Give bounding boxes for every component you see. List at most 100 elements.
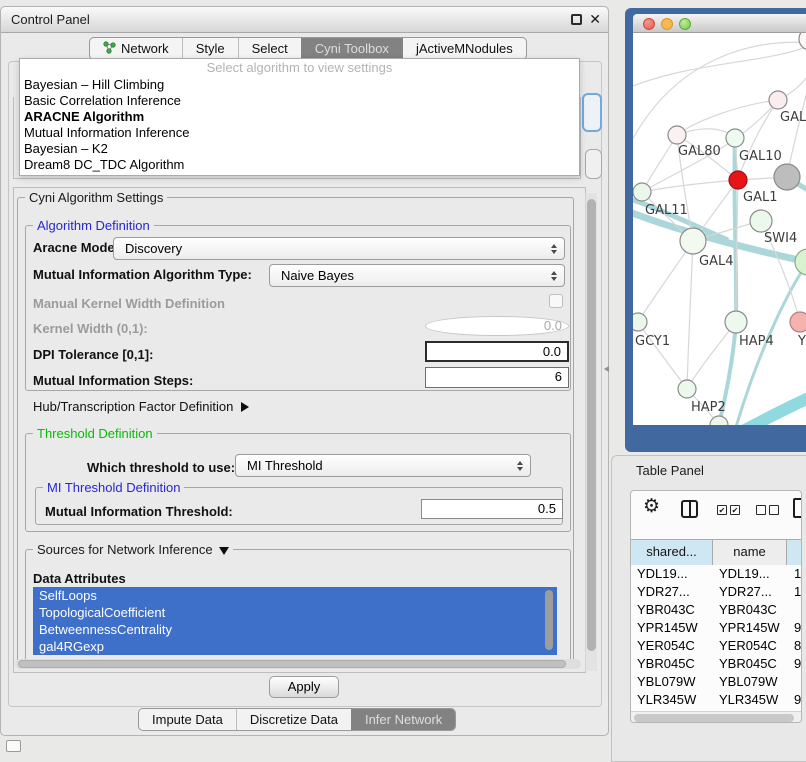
table-row[interactable]: YLR345WYLR345W9. [631, 691, 802, 709]
table-cell: YBR045C [637, 655, 695, 673]
unchecked-box-icon[interactable] [756, 505, 766, 515]
collapsed-panel-icon[interactable] [6, 740, 21, 752]
combo-stepper-icon [517, 461, 523, 471]
tab-cyni-toolbox[interactable]: Cyni Toolbox [301, 38, 402, 59]
network-node-label: GAL11 [645, 203, 688, 218]
table-column-header[interactable]: A [787, 540, 802, 565]
checked-box-icon[interactable]: ✔ [730, 505, 740, 515]
aracne-mode-label: Aracne Mode: [33, 240, 119, 255]
settings-vscroll-thumb[interactable] [587, 199, 596, 651]
control-panel-tabbar: Network Style Select Cyni Toolbox jActiv… [89, 37, 527, 60]
manual-kernel-width-label: Manual Kernel Width Definition [33, 296, 225, 311]
close-icon[interactable]: ✕ [589, 11, 601, 28]
settings-hscroll-thumb[interactable] [18, 660, 566, 668]
network-edge[interactable] [642, 135, 677, 192]
network-canvas[interactable]: GALGAL80GAL10GAL1GAL11SWI4GAL4GCY1HAP4YH… [633, 33, 806, 425]
tab-jactivemnodules[interactable]: jActiveMNodules [402, 38, 526, 59]
dpi-tolerance-input[interactable]: 0.0 [425, 341, 569, 362]
network-node[interactable] [725, 311, 747, 333]
table-row[interactable]: YER054CYER054C8. [631, 637, 802, 655]
network-edge[interactable] [642, 180, 738, 192]
tab-style[interactable]: Style [182, 38, 238, 59]
network-node[interactable] [726, 129, 744, 147]
network-edge[interactable] [638, 241, 693, 322]
network-node[interactable] [633, 313, 647, 331]
algorithm-option[interactable]: Bayesian – Hill Climbing [20, 77, 579, 93]
data-attribute-item[interactable]: gal4RGexp [33, 638, 557, 655]
data-attributes-list[interactable]: SelfLoopsTopologicalCoefficientBetweenne… [33, 587, 557, 655]
tab-discretize-data[interactable]: Discretize Data [236, 709, 351, 730]
data-attribute-item[interactable]: BetweennessCentrality [33, 621, 557, 638]
network-edge[interactable] [633, 45, 806, 88]
float-window-icon[interactable] [571, 14, 582, 25]
network-node[interactable] [799, 33, 806, 50]
table-column-header[interactable]: name [713, 540, 787, 565]
unchecked-box-icon[interactable] [769, 505, 779, 515]
network-edge[interactable] [687, 241, 693, 389]
network-node[interactable] [750, 210, 772, 232]
network-node[interactable] [668, 126, 686, 144]
aracne-mode-select[interactable]: Discovery [113, 237, 565, 260]
tab-discretize-data-label: Discretize Data [250, 712, 338, 727]
network-edge[interactable] [677, 100, 778, 135]
algorithm-option[interactable]: Bayesian – K2 [20, 141, 579, 157]
tab-network[interactable]: Network [90, 38, 182, 59]
mi-algorithm-type-select[interactable]: Naive Bayes [269, 264, 565, 287]
network-node[interactable] [795, 249, 806, 275]
network-node[interactable] [774, 164, 800, 190]
column-layout-icon[interactable] [681, 500, 698, 518]
algorithm-option[interactable]: Basic Correlation Inference [20, 93, 579, 109]
table-row[interactable]: YBR043CYBR043C [631, 601, 802, 619]
manual-kernel-width-checkbox[interactable] [549, 294, 563, 308]
network-edge[interactable] [638, 322, 687, 389]
algorithm-option[interactable]: Mutual Information Inference [20, 125, 579, 141]
checked-box-icon[interactable]: ✔ [717, 505, 727, 515]
threshold-definition-title: Threshold Definition [33, 426, 157, 441]
settings-horizontal-scrollbar[interactable] [15, 659, 581, 669]
close-traffic-light-icon[interactable] [643, 18, 655, 30]
expanded-arrow-icon [219, 547, 229, 555]
control-panel-window: Control Panel ✕ Network [0, 6, 609, 736]
document-icon[interactable] [793, 498, 802, 518]
table-panel: Table Panel ⚙ ✔ ✔ shared...nameA YDL19..… [611, 455, 806, 762]
algorithm-option[interactable]: Dream8 DC_TDC Algorithm [20, 157, 579, 173]
gear-icon[interactable]: ⚙ [643, 495, 660, 518]
tab-impute-data[interactable]: Impute Data [139, 709, 236, 730]
network-node[interactable] [769, 91, 787, 109]
table-cell: YER054C [637, 637, 695, 655]
algorithm-option[interactable]: ARACNE Algorithm [20, 109, 579, 125]
table-row[interactable]: YBL079WYBL079W [631, 673, 802, 691]
tab-impute-data-label: Impute Data [152, 712, 223, 727]
table-row[interactable]: YDR27...YDR27...12 [631, 583, 802, 601]
mi-threshold-input[interactable]: 0.5 [421, 499, 563, 519]
table-hscroll-thumb[interactable] [634, 714, 794, 722]
network-node[interactable] [633, 183, 651, 201]
data-attribute-item[interactable]: SelfLoops [33, 587, 557, 604]
tab-select[interactable]: Select [238, 38, 301, 59]
network-node[interactable] [680, 228, 706, 254]
combo-stepper-icon [551, 244, 557, 254]
table-row[interactable]: YPR145WYPR145W9. [631, 619, 802, 637]
table-rows: YDL19...YDL19...13YDR27...YDR27...12YBR0… [631, 565, 802, 711]
table-horizontal-scrollbar[interactable] [631, 711, 802, 723]
table-row[interactable]: YDL19...YDL19...13 [631, 565, 802, 583]
attributes-scrollbar-thumb[interactable] [545, 590, 553, 650]
network-node[interactable] [790, 312, 806, 332]
minimize-traffic-light-icon[interactable] [661, 18, 673, 30]
network-node[interactable] [678, 380, 696, 398]
table-column-header[interactable]: shared... [631, 540, 713, 565]
kernel-width-input[interactable]: 0.0 [425, 316, 569, 336]
hub-definition-toggle[interactable]: Hub/Transcription Factor Definition [33, 399, 249, 414]
zoom-traffic-light-icon[interactable] [679, 18, 691, 30]
network-edge[interactable] [743, 396, 806, 425]
mi-steps-input[interactable]: 6 [425, 367, 569, 388]
apply-button[interactable]: Apply [269, 676, 339, 698]
network-node[interactable] [729, 171, 747, 189]
sources-group-title[interactable]: Sources for Network Inference [33, 542, 233, 557]
which-threshold-select[interactable]: MI Threshold [235, 454, 531, 477]
tab-infer-network[interactable]: Infer Network [351, 709, 455, 730]
splitter-handle-icon[interactable] [604, 366, 609, 372]
data-attribute-item[interactable]: TopologicalCoefficient [33, 604, 557, 621]
settings-vertical-scrollbar[interactable] [585, 193, 597, 671]
table-row[interactable]: YBR045CYBR045C9. [631, 655, 802, 673]
